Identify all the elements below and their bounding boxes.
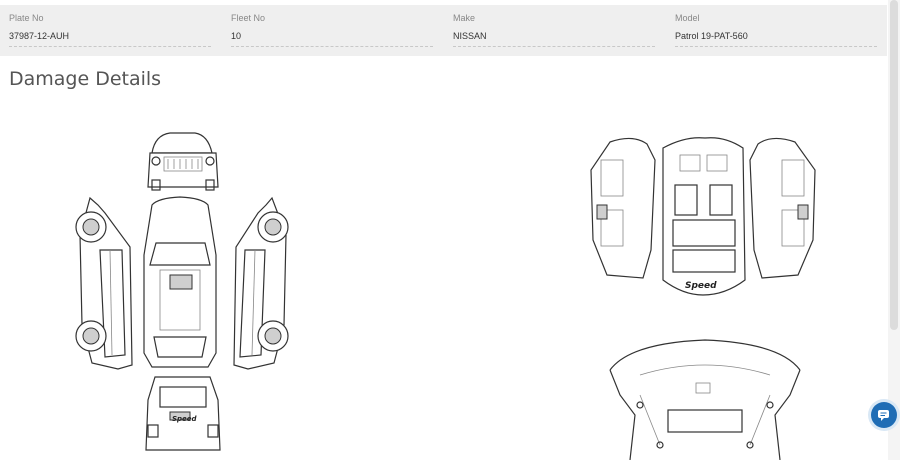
chat-bubble-icon	[878, 410, 889, 421]
chat-button[interactable]	[871, 402, 897, 428]
car-right-side-view[interactable]	[233, 196, 289, 370]
make-label: Make	[453, 13, 476, 23]
interior-right-doors[interactable]	[749, 137, 816, 279]
page-scrollbar-thumb[interactable]	[890, 0, 898, 330]
car-rear-view[interactable]: Speed	[145, 376, 221, 451]
plate-no-value: 37987-12-AUH	[9, 31, 211, 47]
speed-logo-interior: Speed	[685, 281, 717, 291]
interior-left-doors[interactable]	[590, 137, 656, 279]
interior-cabin-top-view[interactable]: Speed	[662, 137, 746, 296]
car-left-side-view[interactable]	[75, 196, 133, 370]
roof-damage-diagram[interactable]	[600, 335, 810, 460]
model-field: Model Patrol 19-PAT-560	[675, 13, 877, 47]
speed-logo-rear: Speed	[172, 415, 198, 423]
car-roof-view[interactable]	[609, 339, 801, 460]
model-label: Model	[675, 13, 700, 23]
vehicle-info-bar: Plate No 37987-12-AUH Fleet No 10 Make N…	[0, 5, 887, 56]
model-value: Patrol 19-PAT-560	[675, 31, 877, 47]
damage-details-title: Damage Details	[9, 68, 162, 90]
car-front-view[interactable]	[147, 132, 219, 191]
fleet-no-value: 10	[231, 31, 433, 47]
car-top-view[interactable]	[143, 196, 217, 368]
fleet-no-label: Fleet No	[231, 13, 266, 23]
make-value: NISSAN	[453, 31, 655, 47]
fleet-no-field: Fleet No 10	[231, 13, 433, 47]
make-field: Make NISSAN	[453, 13, 655, 47]
plate-no-field: Plate No 37987-12-AUH	[9, 13, 211, 47]
interior-damage-diagram[interactable]: Speed	[585, 130, 820, 305]
exterior-damage-diagram[interactable]: Speed	[60, 125, 310, 460]
plate-no-label: Plate No	[9, 13, 44, 23]
